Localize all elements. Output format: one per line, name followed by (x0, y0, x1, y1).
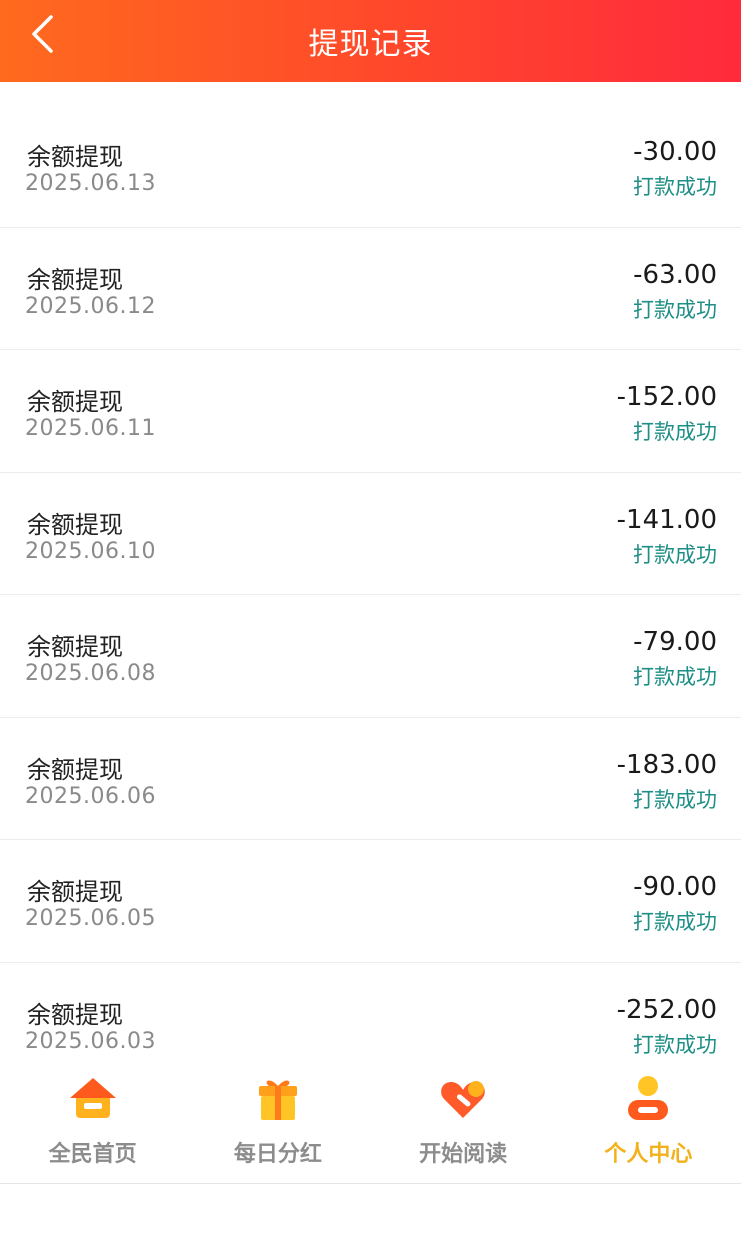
list-item[interactable]: 余额提现 2025.06.08 -79.00 打款成功 (0, 595, 741, 718)
header-bar: 提现记录 (0, 0, 741, 82)
record-amount: -252.00 (616, 994, 717, 1025)
list-item[interactable]: 余额提现 2025.06.06 -183.00 打款成功 (0, 718, 741, 840)
home-icon (69, 1078, 116, 1118)
record-status: 打款成功 (633, 542, 717, 567)
record-amount: -90.00 (633, 872, 717, 902)
record-date: 2025.06.08 (25, 661, 156, 686)
withdrawal-records-page: 提现记录 余额提现 2025.06.13 -30.00 打款成功 余额提现 20… (0, 0, 741, 1237)
record-date: 2025.06.13 (25, 171, 156, 196)
record-date: 2025.06.06 (25, 783, 156, 809)
tab-daily-bonus[interactable]: 每日分红 (185, 1062, 370, 1183)
record-amount: -183.00 (616, 749, 717, 780)
record-date: 2025.06.10 (25, 538, 156, 564)
record-status: 打款成功 (633, 175, 717, 199)
record-amount: -63.00 (633, 259, 717, 290)
record-date: 2025.06.12 (25, 293, 156, 319)
record-status: 打款成功 (633, 910, 717, 934)
record-status: 打款成功 (633, 665, 717, 689)
record-amount: -152.00 (616, 382, 717, 412)
list-item[interactable]: 余额提现 2025.06.13 -30.00 打款成功 (0, 105, 741, 228)
record-amount: -141.00 (616, 504, 717, 535)
tab-label: 全民首页 (48, 1142, 137, 1167)
heart-icon (441, 1081, 485, 1118)
gift-icon (258, 1080, 297, 1120)
tab-start-reading[interactable]: 开始阅读 (371, 1062, 556, 1183)
page-title: 提现记录 (308, 27, 433, 62)
record-status: 打款成功 (633, 297, 717, 322)
record-title: 余额提现 (27, 388, 123, 416)
list-item[interactable]: 余额提现 2025.06.05 -90.00 打款成功 (0, 840, 741, 963)
record-date: 2025.06.05 (25, 906, 156, 931)
list-item[interactable]: 余额提现 2025.06.10 -141.00 打款成功 (0, 473, 741, 595)
list-item[interactable]: 余额提现 2025.06.11 -152.00 打款成功 (0, 350, 741, 473)
record-status: 打款成功 (633, 420, 717, 444)
record-date: 2025.06.11 (25, 416, 156, 441)
record-title: 余额提现 (27, 265, 123, 294)
back-button[interactable] (20, 12, 64, 56)
chevron-left-icon (32, 15, 53, 53)
tab-label: 开始阅读 (419, 1142, 508, 1167)
tab-label: 每日分红 (233, 1142, 322, 1167)
list-item[interactable]: 余额提现 2025.06.12 -63.00 打款成功 (0, 228, 741, 350)
record-date: 2025.06.03 (25, 1028, 156, 1054)
record-amount: -30.00 (633, 137, 717, 167)
record-title: 余额提现 (27, 633, 123, 661)
record-title: 余额提现 (27, 878, 123, 906)
record-status: 打款成功 (633, 787, 717, 812)
user-icon (628, 1076, 669, 1120)
bottom-tab-bar: 全民首页 每日分红 开始阅读 个人中心 (0, 1062, 741, 1184)
withdrawal-list: 余额提现 2025.06.13 -30.00 打款成功 余额提现 2025.06… (0, 105, 741, 1085)
record-title: 余额提现 (27, 755, 123, 784)
tab-personal-center[interactable]: 个人中心 (556, 1062, 741, 1183)
record-title: 余额提现 (27, 510, 123, 539)
tab-label: 个人中心 (604, 1142, 693, 1167)
record-title: 余额提现 (27, 1000, 123, 1029)
tab-home[interactable]: 全民首页 (0, 1062, 185, 1183)
record-title: 余额提现 (27, 143, 123, 171)
record-amount: -79.00 (633, 627, 717, 657)
record-status: 打款成功 (633, 1032, 717, 1057)
